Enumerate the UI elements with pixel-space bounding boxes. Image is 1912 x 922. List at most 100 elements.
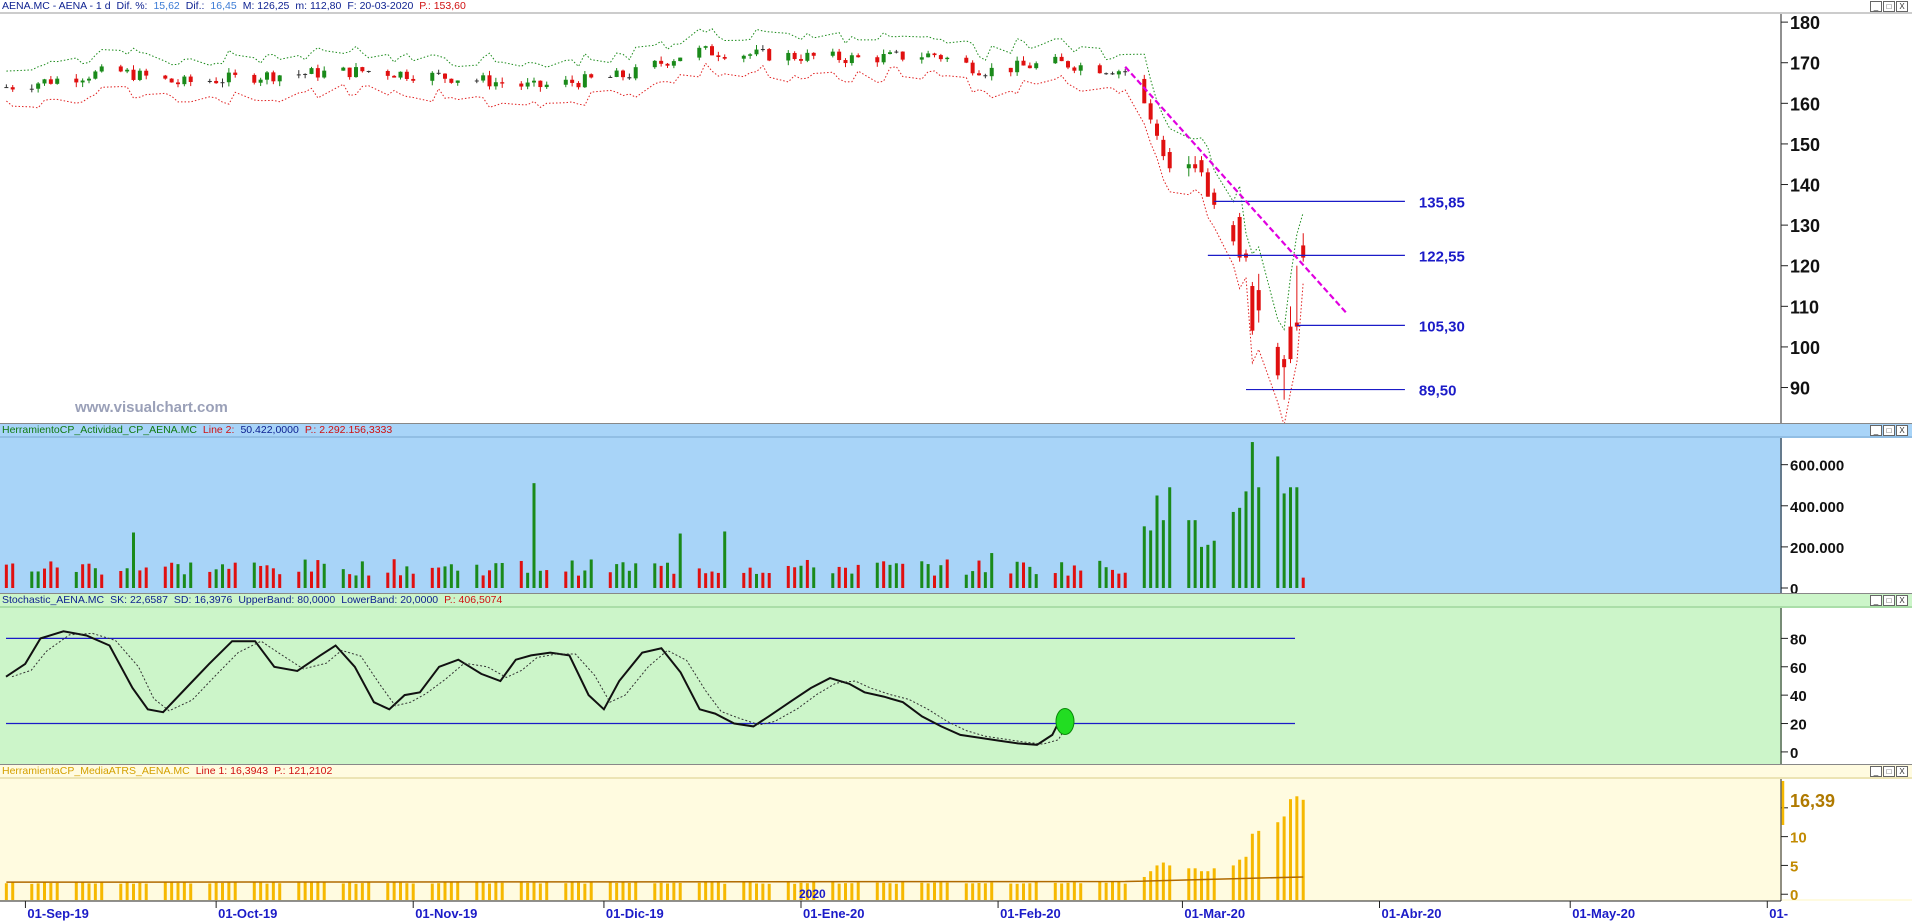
atr-bar — [748, 881, 752, 900]
minimize-icon[interactable]: _ — [1870, 766, 1882, 777]
atr-bar — [666, 883, 669, 900]
close-icon[interactable]: X — [1896, 1, 1908, 12]
atr-bar — [1015, 883, 1019, 900]
candle-body — [856, 55, 861, 58]
activity-bar — [615, 564, 619, 588]
candle-body — [55, 78, 60, 84]
candle-body — [1053, 56, 1058, 64]
atr-bar — [170, 882, 174, 900]
stochastic-window-buttons[interactable]: _ □ X — [1869, 595, 1908, 606]
atr-bar — [227, 882, 231, 900]
candle-body — [265, 72, 269, 80]
candle-body — [1008, 67, 1013, 73]
atr-bar — [1079, 883, 1083, 900]
atr-bar — [627, 882, 631, 900]
atr-bar — [1212, 868, 1216, 900]
atr-bar — [1117, 881, 1121, 900]
atr-bar — [81, 881, 85, 900]
activity-bar — [214, 569, 218, 588]
activity-bar — [386, 572, 390, 588]
atr-bar — [672, 882, 676, 900]
candle-body — [716, 55, 721, 58]
activity-bar — [144, 567, 148, 588]
activity-tick-label: 0 — [1790, 581, 1798, 594]
activity-bar — [564, 571, 568, 588]
atr-bar — [767, 883, 771, 900]
candle-body — [811, 52, 816, 56]
maximize-icon[interactable]: □ — [1883, 1, 1895, 12]
close-icon[interactable]: X — [1896, 425, 1908, 436]
atr-bar — [271, 882, 275, 900]
activity-chart[interactable]: 0 200.000 400.000 600.000 — [0, 424, 1912, 594]
atr-average-line — [6, 876, 1304, 883]
atr-bar — [697, 882, 701, 900]
activity-bar — [697, 568, 701, 588]
activity-bar — [666, 562, 669, 588]
candle-body — [837, 51, 842, 61]
atr-bar — [875, 882, 879, 900]
candle-body — [760, 49, 765, 51]
activity-bar — [1187, 520, 1191, 588]
close-icon[interactable]: X — [1896, 766, 1908, 777]
activity-bar — [888, 564, 892, 588]
activity-bar — [449, 564, 453, 588]
level-label: 135,85 — [1419, 194, 1465, 211]
header-field: HerramientaCP_MediaATRS_AENA.MC — [2, 765, 190, 777]
candle-body — [36, 83, 41, 89]
candle-body — [621, 70, 625, 78]
price-tick-label: 110 — [1790, 297, 1819, 317]
candle-body — [1021, 60, 1026, 66]
atr-window-buttons[interactable]: _ □ X — [1869, 766, 1908, 777]
minimize-icon[interactable]: _ — [1870, 595, 1882, 606]
candle-body — [1288, 326, 1293, 360]
atr-bar — [100, 881, 104, 900]
candle-body — [1066, 61, 1070, 68]
maximize-icon[interactable]: □ — [1883, 766, 1895, 777]
stochastic-sd-line — [11, 632, 1067, 745]
activity-bar — [920, 561, 924, 588]
atr-bar — [1301, 799, 1305, 900]
activity-bar — [348, 574, 352, 588]
candle-body — [1078, 65, 1083, 71]
candle-body — [875, 57, 880, 63]
stochastic-tick-label: 60 — [1790, 660, 1807, 677]
maximize-icon[interactable]: □ — [1883, 425, 1895, 436]
candle-body — [404, 71, 409, 79]
candle-body — [48, 79, 53, 84]
activity-bar — [430, 567, 434, 588]
atr-bar — [844, 883, 847, 900]
minimize-icon[interactable]: _ — [1870, 425, 1882, 436]
header-field: P.: 406,5074 — [444, 594, 503, 606]
activity-bar — [119, 570, 123, 588]
price-chart[interactable]: 90 100 110 120 130 140 150 160 170 180 www.visualc… — [0, 0, 1912, 424]
atr-bar — [456, 882, 460, 900]
activity-window-buttons[interactable]: _ □ X — [1869, 425, 1908, 436]
candle-body — [1034, 63, 1039, 69]
atr-bar — [189, 883, 193, 900]
atr-bar — [920, 882, 924, 900]
activity-bar — [831, 573, 835, 588]
price-window-buttons[interactable]: _ □ X — [1869, 1, 1908, 12]
candle-body — [169, 78, 174, 83]
candle-body — [207, 80, 212, 82]
activity-bar — [653, 563, 657, 588]
close-icon[interactable]: X — [1896, 595, 1908, 606]
minimize-icon[interactable]: _ — [1870, 1, 1882, 12]
atr-bar — [87, 883, 91, 900]
candle-body — [525, 82, 530, 87]
candle-body — [589, 74, 594, 78]
activity-bar — [1155, 495, 1159, 588]
candle-body — [964, 57, 969, 63]
maximize-icon[interactable]: □ — [1883, 595, 1895, 606]
atr-chart[interactable]: 051016,3901-Sep-19 01-Oct-19 01-Nov-19 01-D… — [0, 765, 1912, 922]
atr-bar — [1111, 881, 1114, 900]
atr-bar — [208, 883, 212, 900]
stochastic-chart[interactable]: 0 20 40 60 80 — [0, 594, 1912, 765]
candle-body — [888, 52, 892, 55]
candle-body — [366, 70, 371, 72]
atr-bar — [615, 882, 619, 900]
candle-body — [487, 75, 492, 87]
atr-bar — [755, 883, 758, 900]
activity-bar — [74, 571, 78, 588]
atr-bar — [901, 882, 905, 900]
